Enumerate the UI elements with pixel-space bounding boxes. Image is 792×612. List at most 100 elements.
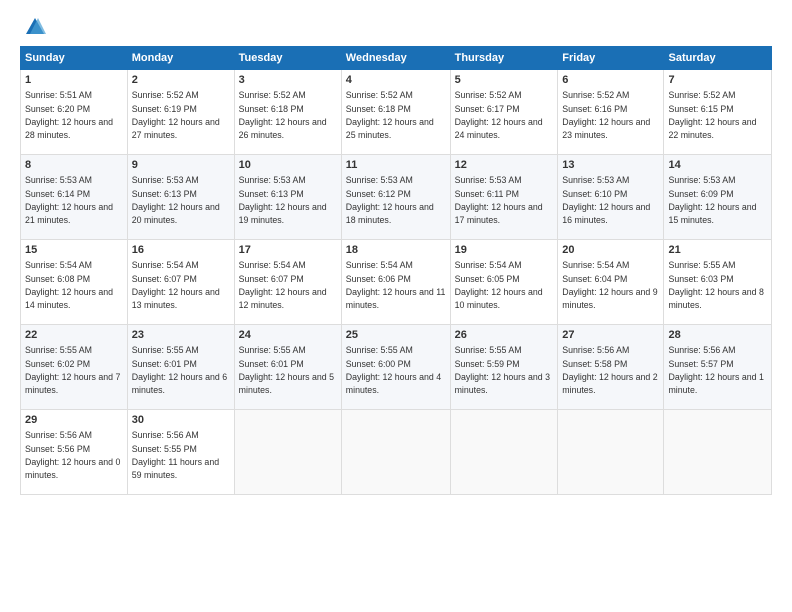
day-number: 26 [455,328,554,343]
calendar-cell: 25Sunrise: 5:55 AMSunset: 6:00 PMDayligh… [341,325,450,410]
weekday-header-friday: Friday [558,47,664,70]
calendar-page: SundayMondayTuesdayWednesdayThursdayFrid… [0,0,792,612]
cell-info: Sunrise: 5:56 AMSunset: 5:57 PMDaylight:… [668,345,763,395]
day-number: 5 [455,73,554,88]
calendar-cell [234,410,341,495]
day-number: 19 [455,243,554,258]
calendar-cell: 29Sunrise: 5:56 AMSunset: 5:56 PMDayligh… [21,410,128,495]
cell-info: Sunrise: 5:54 AMSunset: 6:05 PMDaylight:… [455,260,543,310]
cell-info: Sunrise: 5:55 AMSunset: 6:03 PMDaylight:… [668,260,763,310]
cell-info: Sunrise: 5:52 AMSunset: 6:18 PMDaylight:… [239,90,327,140]
cell-info: Sunrise: 5:52 AMSunset: 6:18 PMDaylight:… [346,90,434,140]
day-number: 11 [346,158,446,173]
cell-info: Sunrise: 5:55 AMSunset: 6:01 PMDaylight:… [132,345,227,395]
cell-info: Sunrise: 5:53 AMSunset: 6:14 PMDaylight:… [25,175,113,225]
header [20,16,772,38]
week-row-3: 15 Sunrise: 5:54 AMSunset: 6:08 PMDayligh… [21,240,772,325]
calendar-cell [664,410,772,495]
calendar-cell: 22 Sunrise: 5:55 AMSunset: 6:02 PMDayligh… [21,325,128,410]
day-number: 22 [25,328,123,343]
day-number: 9 [132,158,230,173]
cell-info: Sunrise: 5:54 AMSunset: 6:04 PMDaylight:… [562,260,657,310]
cell-info: Sunrise: 5:55 AMSunset: 6:01 PMDaylight:… [239,345,334,395]
day-number: 4 [346,73,446,88]
calendar-cell: 18 Sunrise: 5:54 AMSunset: 6:06 PMDayligh… [341,240,450,325]
cell-info: Sunrise: 5:55 AMSunset: 5:59 PMDaylight:… [455,345,550,395]
calendar-cell: 12 Sunrise: 5:53 AMSunset: 6:11 PMDayligh… [450,155,558,240]
calendar-cell: 10Sunrise: 5:53 AMSunset: 6:13 PMDayligh… [234,155,341,240]
calendar-cell: 21 Sunrise: 5:55 AMSunset: 6:03 PMDayligh… [664,240,772,325]
calendar-cell: 27 Sunrise: 5:56 AMSunset: 5:58 PMDayligh… [558,325,664,410]
calendar-cell: 24Sunrise: 5:55 AMSunset: 6:01 PMDayligh… [234,325,341,410]
calendar-cell [450,410,558,495]
calendar-cell: 30Sunrise: 5:56 AMSunset: 5:55 PMDayligh… [127,410,234,495]
day-number: 12 [455,158,554,173]
day-number: 17 [239,243,337,258]
cell-info: Sunrise: 5:53 AMSunset: 6:13 PMDaylight:… [132,175,220,225]
calendar-cell: 4 Sunrise: 5:52 AMSunset: 6:18 PMDaylight… [341,70,450,155]
calendar-cell: 14Sunrise: 5:53 AMSunset: 6:09 PMDayligh… [664,155,772,240]
cell-info: Sunrise: 5:52 AMSunset: 6:17 PMDaylight:… [455,90,543,140]
day-number: 8 [25,158,123,173]
week-row-2: 8 Sunrise: 5:53 AMSunset: 6:14 PMDaylight… [21,155,772,240]
calendar-cell: 7 Sunrise: 5:52 AMSunset: 6:15 PMDaylight… [664,70,772,155]
weekday-header-thursday: Thursday [450,47,558,70]
cell-info: Sunrise: 5:53 AMSunset: 6:11 PMDaylight:… [455,175,543,225]
weekday-header-sunday: Sunday [21,47,128,70]
calendar-cell: 16 Sunrise: 5:54 AMSunset: 6:07 PMDayligh… [127,240,234,325]
cell-info: Sunrise: 5:52 AMSunset: 6:19 PMDaylight:… [132,90,220,140]
cell-info: Sunrise: 5:55 AMSunset: 6:00 PMDaylight:… [346,345,441,395]
day-number: 23 [132,328,230,343]
weekday-header-tuesday: Tuesday [234,47,341,70]
calendar-cell: 1Sunrise: 5:51 AMSunset: 6:20 PMDaylight… [21,70,128,155]
week-row-1: 1Sunrise: 5:51 AMSunset: 6:20 PMDaylight… [21,70,772,155]
day-number: 16 [132,243,230,258]
day-number: 10 [239,158,337,173]
day-number: 2 [132,73,230,88]
calendar-cell: 13 Sunrise: 5:53 AMSunset: 6:10 PMDayligh… [558,155,664,240]
calendar-cell: 8 Sunrise: 5:53 AMSunset: 6:14 PMDaylight… [21,155,128,240]
calendar-cell: 11 Sunrise: 5:53 AMSunset: 6:12 PMDayligh… [341,155,450,240]
calendar-cell: 17 Sunrise: 5:54 AMSunset: 6:07 PMDayligh… [234,240,341,325]
cell-info: Sunrise: 5:52 AMSunset: 6:15 PMDaylight:… [668,90,756,140]
cell-info: Sunrise: 5:54 AMSunset: 6:08 PMDaylight:… [25,260,113,310]
day-number: 18 [346,243,446,258]
calendar-cell: 15 Sunrise: 5:54 AMSunset: 6:08 PMDayligh… [21,240,128,325]
day-number: 1 [25,73,123,88]
cell-info: Sunrise: 5:56 AMSunset: 5:58 PMDaylight:… [562,345,657,395]
calendar-cell: 3 Sunrise: 5:52 AMSunset: 6:18 PMDaylight… [234,70,341,155]
cell-info: Sunrise: 5:56 AMSunset: 5:55 PMDaylight:… [132,430,219,480]
weekday-header-wednesday: Wednesday [341,47,450,70]
cell-info: Sunrise: 5:53 AMSunset: 6:10 PMDaylight:… [562,175,650,225]
day-number: 6 [562,73,659,88]
cell-info: Sunrise: 5:54 AMSunset: 6:07 PMDaylight:… [132,260,220,310]
day-number: 27 [562,328,659,343]
day-number: 15 [25,243,123,258]
calendar-cell: 5 Sunrise: 5:52 AMSunset: 6:17 PMDaylight… [450,70,558,155]
week-row-4: 22 Sunrise: 5:55 AMSunset: 6:02 PMDayligh… [21,325,772,410]
calendar-cell: 2 Sunrise: 5:52 AMSunset: 6:19 PMDaylight… [127,70,234,155]
calendar-cell: 26 Sunrise: 5:55 AMSunset: 5:59 PMDayligh… [450,325,558,410]
weekday-header-row: SundayMondayTuesdayWednesdayThursdayFrid… [21,47,772,70]
day-number: 29 [25,413,123,428]
cell-info: Sunrise: 5:53 AMSunset: 6:12 PMDaylight:… [346,175,434,225]
day-number: 3 [239,73,337,88]
weekday-header-monday: Monday [127,47,234,70]
calendar-table: SundayMondayTuesdayWednesdayThursdayFrid… [20,46,772,495]
day-number: 21 [668,243,767,258]
cell-info: Sunrise: 5:55 AMSunset: 6:02 PMDaylight:… [25,345,120,395]
calendar-cell [341,410,450,495]
cell-info: Sunrise: 5:52 AMSunset: 6:16 PMDaylight:… [562,90,650,140]
cell-info: Sunrise: 5:53 AMSunset: 6:09 PMDaylight:… [668,175,756,225]
day-number: 28 [668,328,767,343]
calendar-cell: 23 Sunrise: 5:55 AMSunset: 6:01 PMDayligh… [127,325,234,410]
day-number: 13 [562,158,659,173]
logo [20,16,46,38]
week-row-5: 29Sunrise: 5:56 AMSunset: 5:56 PMDayligh… [21,410,772,495]
day-number: 7 [668,73,767,88]
cell-info: Sunrise: 5:54 AMSunset: 6:06 PMDaylight:… [346,260,446,310]
calendar-cell: 6 Sunrise: 5:52 AMSunset: 6:16 PMDaylight… [558,70,664,155]
calendar-cell: 20Sunrise: 5:54 AMSunset: 6:04 PMDayligh… [558,240,664,325]
calendar-cell [558,410,664,495]
cell-info: Sunrise: 5:54 AMSunset: 6:07 PMDaylight:… [239,260,327,310]
